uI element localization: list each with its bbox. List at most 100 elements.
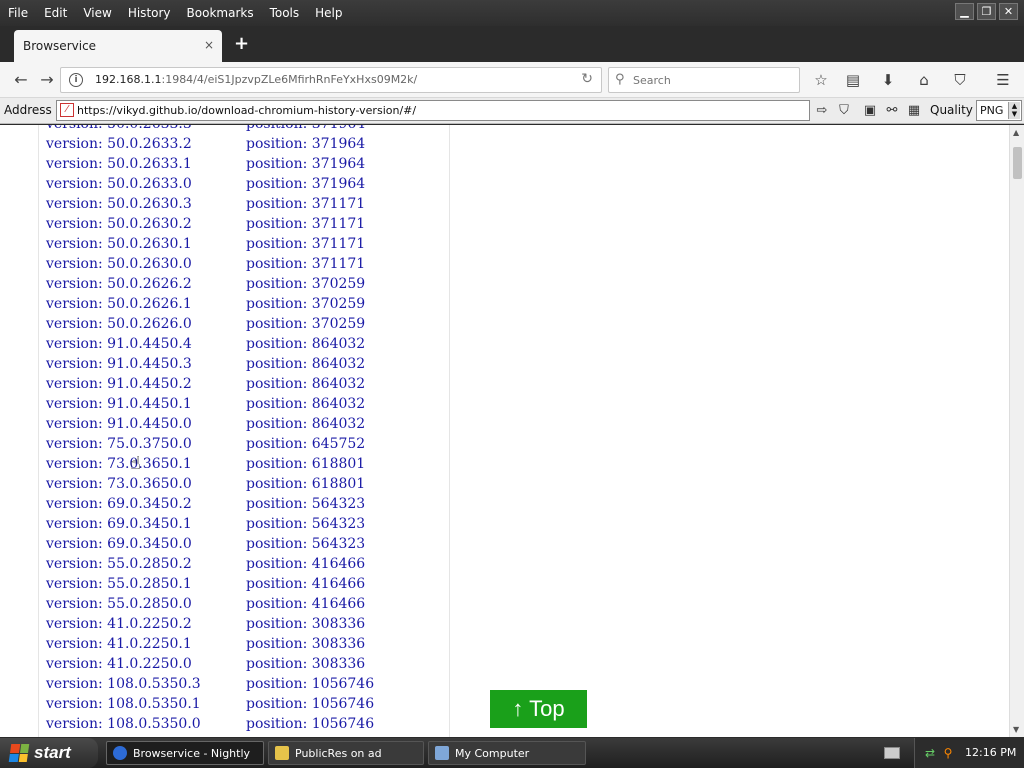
- position-link[interactable]: position: 416466: [246, 554, 365, 574]
- scroll-down-icon[interactable]: ▼: [1013, 725, 1019, 734]
- taskbar-item-my-computer[interactable]: My Computer: [428, 741, 586, 765]
- pocket-icon[interactable]: ⛉: [949, 69, 971, 91]
- position-link[interactable]: position: 308336: [246, 654, 365, 674]
- version-link[interactable]: version: 55.0.2850.0: [46, 594, 192, 614]
- version-link[interactable]: version: 55.0.2850.1: [46, 574, 192, 594]
- close-tab-icon[interactable]: ×: [204, 38, 214, 52]
- search-tray-icon[interactable]: ⚲: [941, 746, 955, 760]
- menu-file[interactable]: File: [0, 3, 36, 23]
- version-link[interactable]: version: 50.0.2630.0: [46, 254, 192, 274]
- menu-view[interactable]: View: [75, 3, 119, 23]
- menu-tools[interactable]: Tools: [262, 3, 308, 23]
- position-link[interactable]: position: 371964: [246, 134, 365, 154]
- position-link[interactable]: position: 1056746: [246, 714, 374, 734]
- version-link[interactable]: version: 41.0.2250.0: [46, 654, 192, 674]
- address-input[interactable]: ⁄ https://vikyd.github.io/download-chrom…: [56, 100, 810, 121]
- menu-history[interactable]: History: [120, 3, 179, 23]
- version-link[interactable]: version: 69.0.3450.2: [46, 494, 192, 514]
- tab-browservice[interactable]: Browservice ×: [14, 30, 222, 62]
- position-link[interactable]: position: 371171: [246, 254, 365, 274]
- menu-help[interactable]: Help: [307, 3, 350, 23]
- clock[interactable]: 12:16 PM: [965, 746, 1016, 759]
- minimize-icon[interactable]: ▁: [955, 3, 974, 20]
- position-link[interactable]: position: 416466: [246, 594, 365, 614]
- position-link[interactable]: position: 864032: [246, 334, 365, 354]
- hamburger-menu-icon[interactable]: ☰: [992, 69, 1014, 91]
- version-link[interactable]: version: 50.0.2626.2: [46, 274, 192, 294]
- position-link[interactable]: position: 416466: [246, 574, 365, 594]
- version-link[interactable]: version: 108.0.5350.1: [46, 694, 201, 714]
- version-link[interactable]: version: 108.0.5350.3: [46, 674, 201, 694]
- taskbar-item-publicres[interactable]: PublicRes on ad: [268, 741, 424, 765]
- search-input[interactable]: [633, 72, 793, 88]
- scrollbar-thumb[interactable]: [1013, 147, 1022, 179]
- version-link[interactable]: version: 50.0.2626.1: [46, 294, 192, 314]
- position-link[interactable]: position: 864032: [246, 354, 365, 374]
- position-link[interactable]: position: 371964: [246, 174, 365, 194]
- vertical-scrollbar[interactable]: ▲ ▼: [1009, 125, 1024, 737]
- version-link[interactable]: version: 50.0.2630.1: [46, 234, 192, 254]
- go-arrow-icon[interactable]: ⇨: [813, 102, 831, 120]
- position-link[interactable]: position: 564323: [246, 494, 365, 514]
- version-link[interactable]: version: 73.0.3650.1: [46, 454, 192, 474]
- clipboard-paste-icon[interactable]: ▦: [905, 102, 923, 120]
- bookmark-icon[interactable]: ⛉: [835, 102, 853, 120]
- version-link[interactable]: version: 91.0.4450.2: [46, 374, 192, 394]
- position-link[interactable]: position: 864032: [246, 394, 365, 414]
- spinner-icon[interactable]: ▲ ▼: [1008, 102, 1020, 119]
- search-box[interactable]: ⚲: [608, 67, 800, 93]
- position-link[interactable]: position: 564323: [246, 514, 365, 534]
- version-link[interactable]: version: 50.0.2630.2: [46, 214, 192, 234]
- star-icon[interactable]: ☆: [810, 69, 832, 91]
- scroll-up-icon[interactable]: ▲: [1013, 128, 1019, 137]
- position-link[interactable]: position: 371171: [246, 214, 365, 234]
- keyboard-icon[interactable]: [884, 747, 900, 759]
- version-link[interactable]: version: 91.0.4450.0: [46, 414, 192, 434]
- version-link[interactable]: version: 91.0.4450.3: [46, 354, 192, 374]
- version-link[interactable]: version: 73.0.3650.0: [46, 474, 192, 494]
- position-link[interactable]: position: 864032: [246, 414, 365, 434]
- version-link[interactable]: version: 50.0.2633.0: [46, 174, 192, 194]
- restore-icon[interactable]: ❐: [977, 3, 996, 20]
- info-icon[interactable]: i: [69, 73, 83, 87]
- menu-bookmarks[interactable]: Bookmarks: [179, 3, 262, 23]
- version-link[interactable]: version: 41.0.2250.2: [46, 614, 192, 634]
- home-icon[interactable]: ⌂: [913, 69, 935, 91]
- url-bar[interactable]: i 192.168.1.1:1984/4/eiS1JpzvpZLe6MfirhR…: [60, 67, 602, 93]
- position-link[interactable]: position: 864032: [246, 374, 365, 394]
- position-link[interactable]: position: 370259: [246, 294, 365, 314]
- position-link[interactable]: position: 618801: [246, 454, 365, 474]
- menu-edit[interactable]: Edit: [36, 3, 75, 23]
- version-link[interactable]: version: 108.0.5350.0: [46, 714, 201, 734]
- position-link[interactable]: position: 564323: [246, 534, 365, 554]
- position-link[interactable]: position: 308336: [246, 614, 365, 634]
- download-icon[interactable]: ⬇: [877, 69, 899, 91]
- position-link[interactable]: position: 371964: [246, 125, 365, 134]
- version-link[interactable]: version: 75.0.3750.0: [46, 434, 192, 454]
- back-arrow-icon[interactable]: ←: [10, 70, 32, 90]
- version-link[interactable]: version: 69.0.3450.1: [46, 514, 192, 534]
- version-link[interactable]: version: 55.0.2850.2: [46, 554, 192, 574]
- version-link[interactable]: version: 50.0.2626.0: [46, 314, 192, 334]
- position-link[interactable]: position: 371171: [246, 234, 365, 254]
- network-icon[interactable]: ⇄: [923, 746, 937, 760]
- reload-icon[interactable]: ↻: [581, 71, 593, 87]
- position-link[interactable]: position: 370259: [246, 314, 365, 334]
- version-link[interactable]: version: 50.0.2633.2: [46, 134, 192, 154]
- version-link[interactable]: version: 69.0.3450.0: [46, 534, 192, 554]
- version-link[interactable]: version: 50.0.2633.3: [46, 125, 192, 134]
- forward-arrow-icon[interactable]: →: [36, 70, 58, 90]
- close-window-icon[interactable]: ✕: [999, 3, 1018, 20]
- position-link[interactable]: position: 370259: [246, 274, 365, 294]
- scroll-top-button[interactable]: ↑ Top: [490, 690, 587, 728]
- position-link[interactable]: position: 645752: [246, 434, 365, 454]
- clipboard-icon[interactable]: ▤: [842, 69, 864, 91]
- position-link[interactable]: position: 371964: [246, 154, 365, 174]
- start-button[interactable]: start: [0, 738, 98, 768]
- save-icon[interactable]: ▣: [861, 102, 879, 120]
- version-link[interactable]: version: 50.0.2630.3: [46, 194, 192, 214]
- quality-select[interactable]: PNG ▲ ▼: [976, 100, 1022, 121]
- position-link[interactable]: position: 618801: [246, 474, 365, 494]
- version-link[interactable]: version: 91.0.4450.1: [46, 394, 192, 414]
- version-link[interactable]: version: 41.0.2250.1: [46, 634, 192, 654]
